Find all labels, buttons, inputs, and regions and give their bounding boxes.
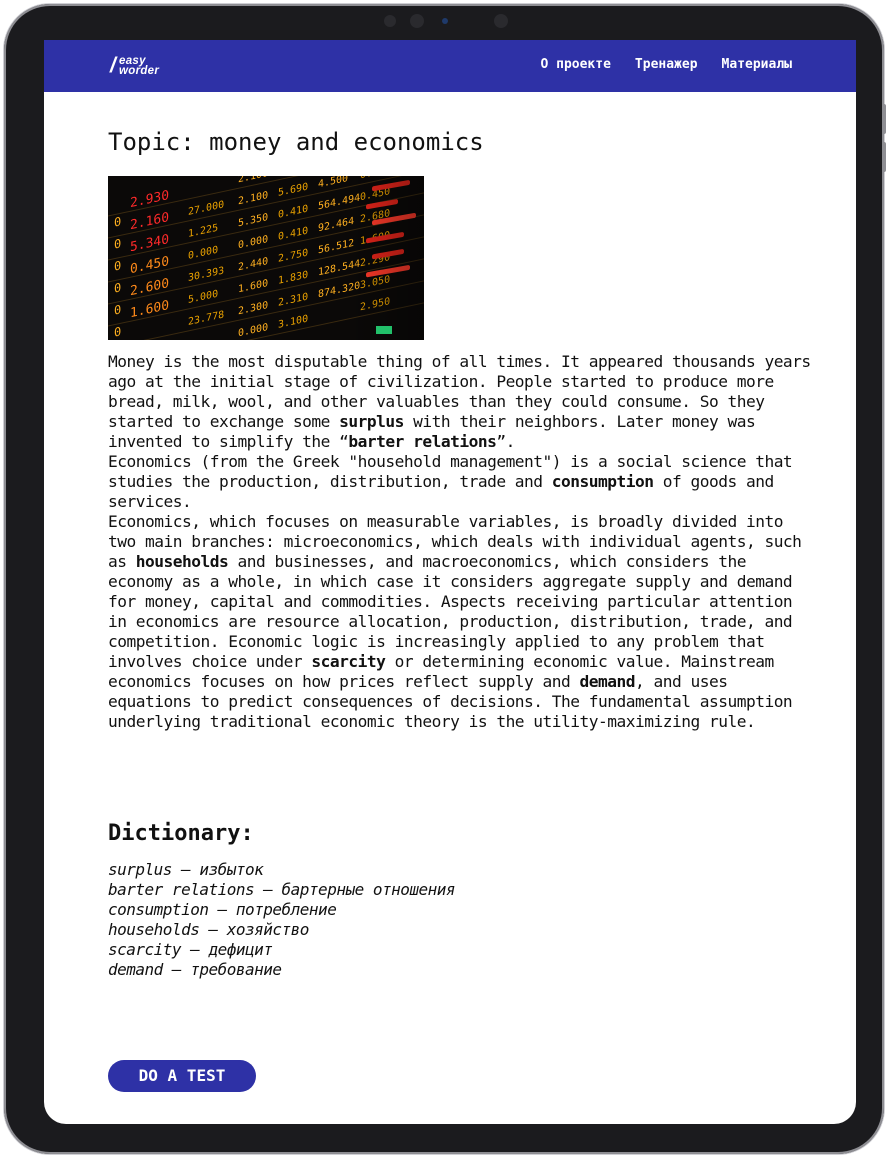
dictionary-entry: scarcity – дефицит [108, 940, 273, 959]
key-term: demand [579, 672, 636, 691]
key-term: scarcity [311, 652, 386, 671]
article-body: Money is the most disputable thing of al… [108, 352, 818, 732]
screen: / easy worder О проекте Тренажер Материа… [44, 40, 856, 1124]
nav-materials-link[interactable]: Материалы [722, 57, 792, 73]
camera-sensor-icon [442, 18, 448, 24]
dictionary-entry: barter relations – бартерные отношения [108, 880, 456, 899]
key-term: consumption [551, 472, 654, 491]
camera-lens-icon [410, 14, 424, 28]
nav-trainer-link[interactable]: Тренажер [635, 57, 698, 73]
do-a-test-button[interactable]: DO A TEST [108, 1060, 256, 1092]
article-paragraph: Economics, which focuses on measurable v… [108, 512, 818, 732]
page-title: Topic: money and economics [108, 128, 484, 156]
dictionary-heading: Dictionary: [108, 821, 254, 846]
logo-line-2: worder [119, 65, 160, 77]
topic-header: Topic: money and economics [108, 128, 808, 156]
key-term: households [135, 552, 229, 571]
article-paragraph: Money is the most disputable thing of al… [108, 352, 818, 452]
main-nav: О проекте Тренажер Материалы [540, 57, 792, 73]
stock-ticker-graphic: 02.9302.1004.5000.00002.16027.0002.1005.… [108, 176, 424, 340]
dictionary-entry: demand – требование [108, 960, 282, 979]
tablet-frame: / easy worder О проекте Тренажер Материа… [4, 4, 886, 1154]
dictionary-entry: households – хозяйство [108, 920, 309, 939]
front-camera-icon [384, 15, 396, 27]
easy-worder-logo[interactable]: / easy worder [110, 54, 200, 78]
stock-ticker-image: 02.9302.1004.5000.00002.16027.0002.1005.… [108, 176, 424, 340]
paragraph-text: ”. [496, 432, 515, 451]
camera-flash-icon [494, 14, 508, 28]
nav-about-link[interactable]: О проекте [540, 57, 610, 73]
dictionary-list: surplus – избыток barter relations – барт… [108, 860, 456, 980]
volume-down-button [882, 142, 886, 172]
dictionary-entry: consumption – потребление [108, 900, 337, 919]
article-paragraph: Economics (from the Greek "household man… [108, 452, 818, 512]
logo-slash-icon: / [110, 54, 116, 77]
dictionary-entry: surplus – избыток [108, 860, 264, 879]
site-header: / easy worder О проекте Тренажер Материа… [44, 40, 856, 92]
key-term: barter relations [348, 432, 497, 451]
key-term: surplus [339, 412, 404, 431]
ticker-green-label [376, 326, 392, 334]
volume-up-button [882, 104, 886, 134]
